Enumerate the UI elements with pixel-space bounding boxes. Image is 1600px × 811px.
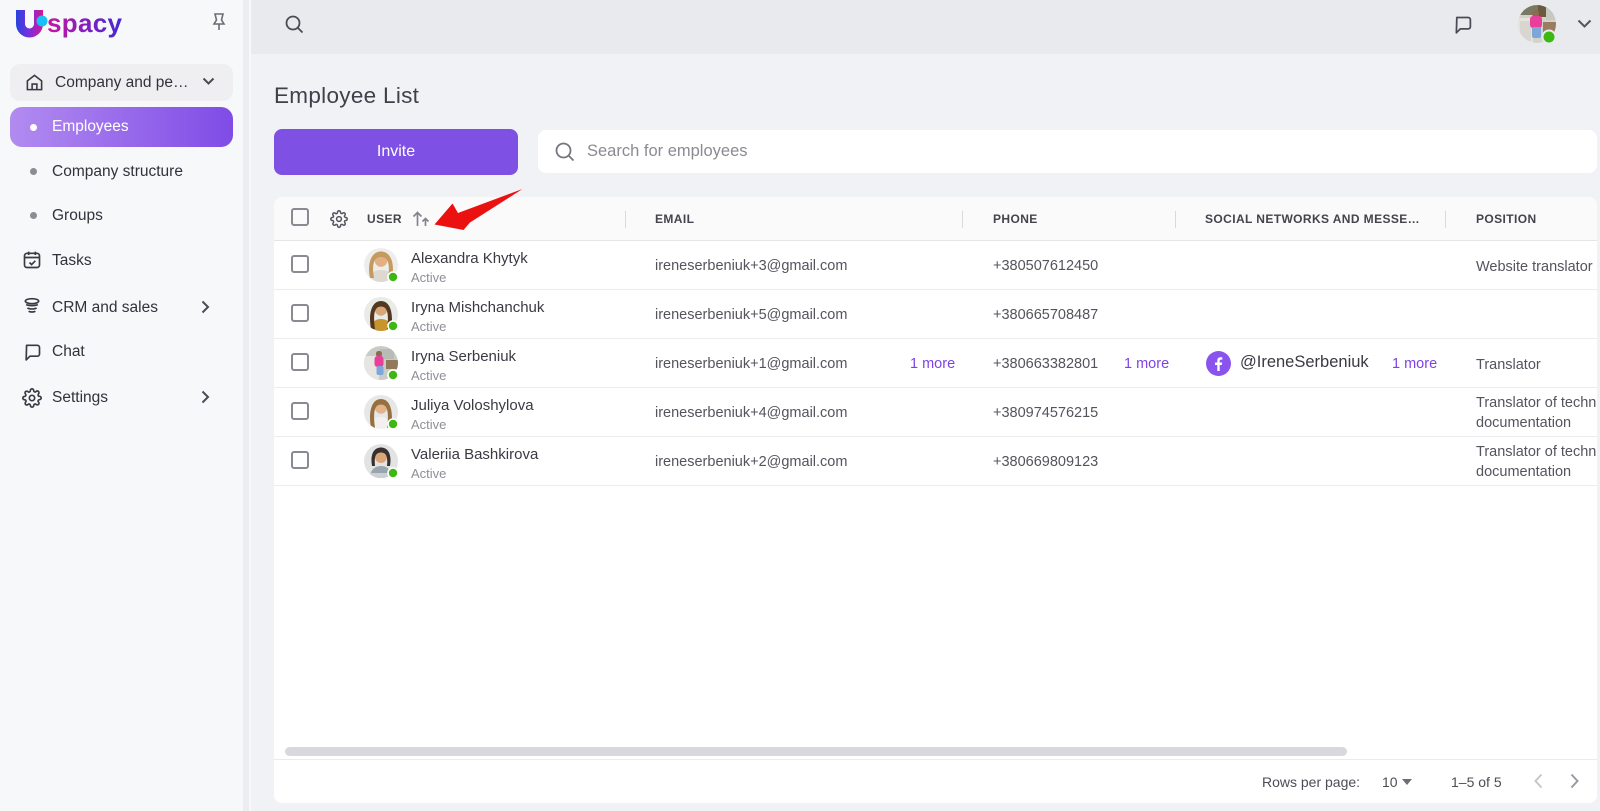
svg-text:spacy: spacy xyxy=(47,8,122,38)
